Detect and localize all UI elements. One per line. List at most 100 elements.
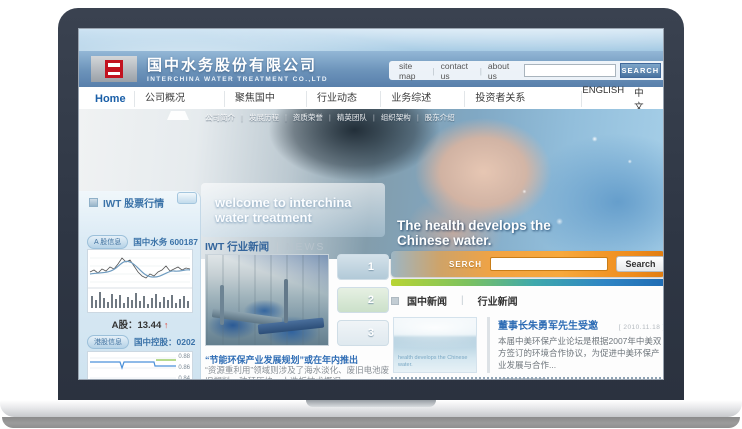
water-plant-photo[interactable]	[205, 254, 329, 346]
a-share-price: 13.44	[137, 320, 161, 331]
hk-axis-tick-top: 0.88	[178, 354, 190, 360]
right-news-tabs: 国中新闻 | 行业新闻	[391, 293, 664, 308]
main-nav: Home 公司概况 聚焦国中 行业动态 业务综述 投资者关系 ENGLISH 中…	[79, 87, 664, 111]
nav-item-home[interactable]: Home	[79, 91, 135, 107]
site-header: 国中水务股份有限公司 INTERCHINA WATER TREATMENT CO…	[79, 51, 664, 87]
hk-share-name: 国中控股：0202	[134, 336, 195, 348]
hk-share-row: 港股信息 国中控股：0202	[87, 335, 195, 349]
subnav-separator: |	[373, 113, 375, 122]
subnav-separator: |	[417, 113, 419, 122]
center-news-column: IWT 行业新闻 | NEWS 1 2 3 “节能环保产业发展规划”或在年内推出…	[205, 239, 393, 380]
center-news-title: IWT 行业新闻	[205, 239, 269, 254]
sky-banner	[79, 29, 664, 51]
hk-share-badge[interactable]: 港股信息	[87, 335, 129, 349]
ladder-shape	[220, 285, 224, 325]
news-section-icon	[391, 297, 399, 305]
hk-share-chart-svg	[88, 352, 192, 380]
hero-search-button[interactable]: Search	[616, 256, 664, 272]
laptop-base-notch	[306, 400, 436, 407]
header-search-button[interactable]: SEARCH	[620, 63, 661, 78]
nav-item-industry-news[interactable]: 行业动态	[307, 91, 381, 107]
news-thumbnail[interactable]: health develops the Chinese water.	[393, 317, 477, 373]
stock-sidebar: IWT 股票行情 A 股信息 国中水务 600187	[79, 191, 201, 380]
link-contact-us[interactable]: contact us	[441, 61, 474, 81]
utility-separator: |	[480, 66, 482, 76]
vertical-divider	[487, 317, 490, 373]
hero-search-bar: SERCH Search	[391, 251, 664, 277]
brand-block: 国中水务股份有限公司 INTERCHINA WATER TREATMENT CO…	[147, 54, 328, 83]
utility-bar: site map | contact us | about us SEARCH	[389, 61, 664, 80]
company-name-cn: 国中水务股份有限公司	[147, 54, 328, 75]
welcome-line1: welcome to interchina	[215, 195, 352, 210]
nav-item-company-profile[interactable]: 公司概况	[135, 91, 225, 107]
nav-item-investor-relations[interactable]: 投资者关系	[465, 91, 582, 107]
hk-axis-tick-bot: 0.84	[178, 376, 190, 380]
right-article-title-row: 董事长朱勇军先生受邀 [ 2010.11.18 ]	[498, 317, 664, 332]
a-share-chart	[87, 249, 193, 313]
a-share-name: 国中水务 600187	[133, 236, 198, 248]
hero-search-input[interactable]	[490, 257, 608, 271]
dropdown-subnav: 公司简介 | 发展历程 | 资质荣誉 | 精英团队 | 组织架构 | 股东介绍	[205, 111, 505, 124]
link-about-us[interactable]: about us	[488, 61, 516, 81]
laptop-shadow	[2, 417, 740, 428]
welcome-text: welcome to interchina water treatment	[215, 196, 375, 226]
right-article-body: 本届中美环保产业论坛是根据2007年中美双方签订的环境合作协议，为促进中美环保产…	[498, 336, 664, 372]
right-article-date: [ 2010.11.18 ]	[619, 324, 664, 331]
website-screen: 国中水务股份有限公司 INTERCHINA WATER TREATMENT CO…	[78, 28, 664, 380]
a-share-price-row: A股：13.44 ↑	[79, 317, 201, 331]
ladder-shape	[284, 279, 288, 323]
subnav-item[interactable]: 股东介绍	[425, 112, 455, 123]
subnav-separator: |	[285, 113, 287, 122]
subnav-item[interactable]: 公司简介	[205, 112, 235, 123]
thumbnail-caption: health develops the Chinese water.	[398, 355, 468, 369]
headline-line1: The health develops the	[397, 218, 551, 233]
subnav-separator: |	[241, 113, 243, 122]
nav-item-business[interactable]: 业务综述	[381, 91, 465, 107]
right-news-column: 国中新闻 | 行业新闻 health develops the Chinese …	[391, 293, 664, 380]
hero-search-label: SERCH	[449, 260, 482, 269]
subnav-separator: |	[329, 113, 331, 122]
link-site-map[interactable]: site map	[399, 61, 426, 81]
center-news-header: IWT 行业新闻 | NEWS	[205, 239, 393, 254]
welcome-line2: water treatment	[215, 210, 312, 225]
nav-item-focus[interactable]: 聚焦国中	[225, 91, 307, 107]
headline-line2: Chinese water.	[397, 233, 492, 248]
a-share-chart-svg	[88, 250, 192, 312]
news-pager: 1 2 3	[337, 254, 391, 353]
subnav-item[interactable]: 资质荣誉	[293, 112, 323, 123]
pager-button-1[interactable]: 1	[337, 254, 389, 280]
a-share-row: A 股信息 国中水务 600187	[87, 235, 198, 249]
a-share-badge[interactable]: A 股信息	[87, 235, 128, 249]
right-news-content: 董事长朱勇军先生受邀 [ 2010.11.18 ] 本届中美环保产业论坛是根据2…	[498, 317, 664, 380]
hero-headline: The health develops the Chinese water.	[397, 219, 647, 249]
center-news-subtitle: NEWS	[286, 241, 326, 253]
stock-section-title: IWT 股票行情	[103, 195, 164, 210]
company-name-en: INTERCHINA WATER TREATMENT CO.,LTD	[147, 76, 328, 83]
sidebar-header: IWT 股票行情	[89, 195, 164, 210]
subnav-item[interactable]: 精英团队	[337, 112, 367, 123]
pager-button-3[interactable]: 3	[337, 320, 389, 346]
header-search-input[interactable]	[524, 64, 616, 77]
utility-separator: |	[432, 66, 434, 76]
hk-share-chart: 0.88 0.86 0.84	[87, 351, 193, 380]
center-article-body: “资源重利用”领域则涉及了海水淡化、废旧电池废旧塑料、秸秆压块、人造板技术概况.…	[205, 365, 391, 380]
subnav-item[interactable]: 发展历程	[249, 112, 279, 123]
tab-separator: |	[461, 295, 464, 306]
laptop-mockup: 国中水务股份有限公司 INTERCHINA WATER TREATMENT CO…	[0, 0, 742, 429]
hk-axis-tick-mid: 0.86	[178, 365, 190, 371]
stock-section-icon	[89, 198, 98, 207]
sidebar-corner-button[interactable]	[177, 192, 197, 204]
logo-red-square-icon	[105, 60, 123, 78]
company-logo-icon[interactable]	[91, 56, 137, 82]
a-share-price-label: A股：	[112, 320, 138, 331]
dotted-separator	[391, 377, 664, 379]
price-up-arrow-icon: ↑	[164, 320, 169, 330]
welcome-box: welcome to interchina water treatment	[201, 183, 385, 237]
tab-industry-news[interactable]: 行业新闻	[478, 293, 518, 308]
center-news-separator: |	[276, 241, 279, 253]
right-article-title[interactable]: 董事长朱勇军先生受邀	[498, 317, 598, 332]
pager-button-2[interactable]: 2	[337, 287, 389, 313]
tab-company-news[interactable]: 国中新闻	[407, 293, 447, 308]
subnav-item[interactable]: 组织架构	[381, 112, 411, 123]
right-news-item: health develops the Chinese water. 董事长朱勇…	[393, 317, 664, 380]
